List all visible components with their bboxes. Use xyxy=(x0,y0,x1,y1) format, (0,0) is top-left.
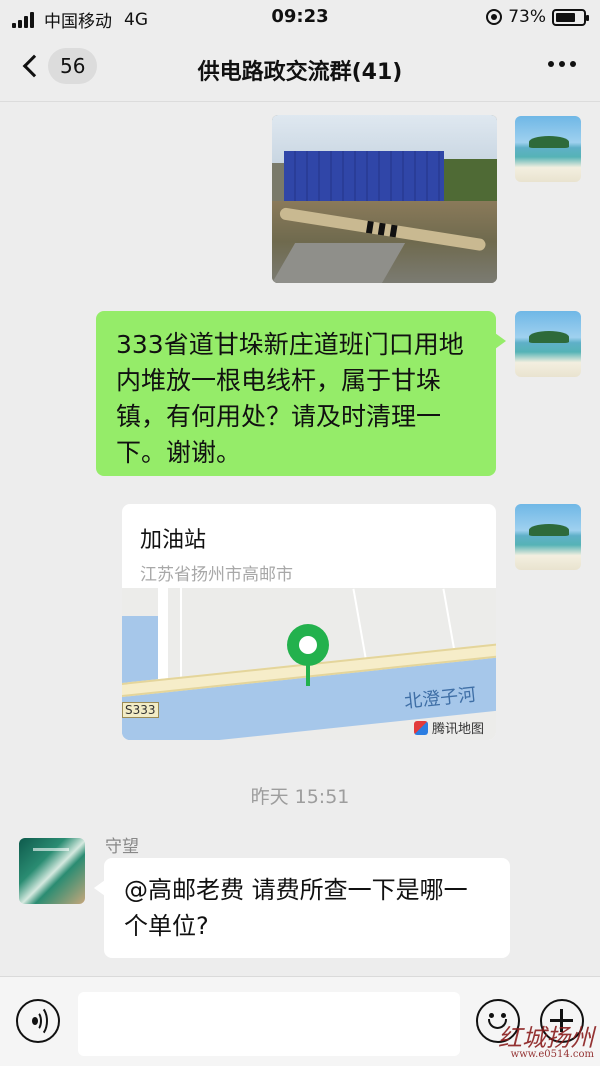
message-input[interactable] xyxy=(78,992,460,1056)
chat-header: 56 供电路政交流群(41) xyxy=(0,34,600,102)
tencent-map-logo-icon xyxy=(414,720,428,735)
orientation-lock-icon xyxy=(486,9,503,25)
map-pin-icon xyxy=(287,624,329,666)
chat-title: 供电路政交流群(41) xyxy=(197,60,403,85)
watermark-logo: 红城扬州 www.e0514.com xyxy=(498,1018,594,1060)
photo-fence xyxy=(284,151,444,203)
location-address: 江苏省扬州市高邮市 xyxy=(140,565,293,585)
watermark-url: www.e0514.com xyxy=(510,1049,594,1060)
avatar[interactable] xyxy=(515,116,581,182)
more-dot-icon xyxy=(548,61,554,67)
avatar[interactable] xyxy=(515,311,581,377)
message-timestamp: 昨天 15:51 xyxy=(250,786,350,808)
incoming-text-bubble[interactable]: @高邮老费 请费所查一下是哪一个单位? xyxy=(94,858,510,958)
avatar[interactable] xyxy=(515,504,581,570)
status-right: 73% xyxy=(486,7,589,27)
sender-name: 守望 xyxy=(105,837,139,857)
map-credit: 腾讯地图 xyxy=(414,718,484,737)
sender-avatar[interactable] xyxy=(19,838,85,904)
outgoing-text-bubble[interactable]: 333省道甘垛新庄道班门口用地内堆放一根电线杆，属于甘垛镇，有何用处？请及时清理… xyxy=(96,311,506,476)
battery-percent: 73% xyxy=(508,7,546,27)
map-credit-text: 腾讯地图 xyxy=(432,722,485,737)
more-dot-icon xyxy=(559,61,565,67)
voice-input-button[interactable] xyxy=(16,999,60,1043)
more-dot-icon xyxy=(570,61,576,67)
status-bar: 中国移动 4G 09:23 73% xyxy=(0,0,600,34)
battery-fill xyxy=(556,12,575,22)
road-label: S333 xyxy=(122,702,159,718)
battery-icon xyxy=(552,8,589,26)
location-card[interactable]: 加油站 江苏省扬州市高邮市 S333 北澄子河 腾讯地图 xyxy=(122,504,496,740)
location-map: S333 北澄子河 腾讯地图 xyxy=(122,588,496,740)
image-message[interactable] xyxy=(272,115,497,283)
location-name: 加油站 xyxy=(140,528,207,553)
message-text: 333省道甘垛新庄道班门口用地内堆放一根电线杆，属于甘垛镇，有何用处？请及时清理… xyxy=(116,330,464,467)
message-text: @高邮老费 请费所查一下是哪一个单位? xyxy=(124,876,468,940)
more-options-button[interactable] xyxy=(548,61,576,67)
watermark-text: 红城扬州 xyxy=(498,1024,594,1052)
emoji-eye-icon xyxy=(489,1013,494,1018)
